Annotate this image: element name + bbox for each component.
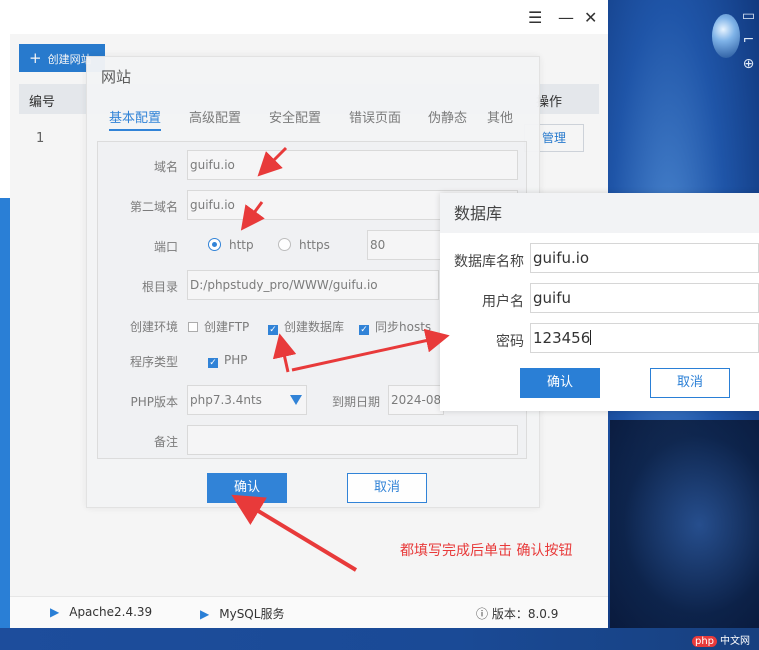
arrow-create-db-up bbox=[272, 333, 297, 373]
annotation-text: 都填写完成后单击 确认按钮 bbox=[400, 543, 573, 559]
arrow-to-db-dialog bbox=[291, 328, 450, 372]
arrow-second-domain bbox=[240, 201, 265, 231]
arrow-confirm bbox=[231, 494, 358, 572]
arrow-domain bbox=[257, 146, 288, 177]
annotation-arrows bbox=[231, 146, 450, 572]
watermark: php 中文网 bbox=[692, 632, 750, 647]
